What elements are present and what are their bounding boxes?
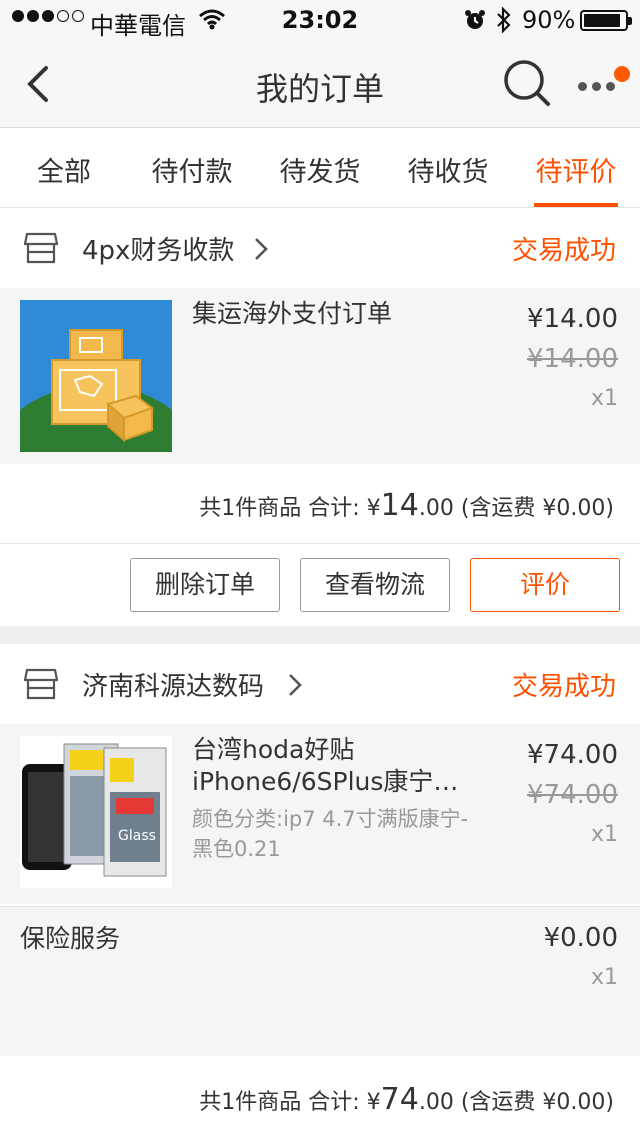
- order-summary: 共1件商品 合计: ¥14.00 (含运费 ¥0.00): [0, 464, 640, 544]
- service-item[interactable]: 保险服务 ¥0.00 x1: [0, 906, 640, 1056]
- summary-total-dec: .00: [418, 496, 454, 521]
- product-price: ¥14.00: [527, 304, 618, 334]
- order-tabs: 全部 待付款 待发货 待收货 待评价: [0, 128, 640, 208]
- shop-icon: [24, 232, 58, 264]
- product-sku: 颜色分类:ip7 4.7寸满版康宁-黑色0.21: [192, 807, 469, 861]
- order-summary: 共1件商品 合计: ¥74.00 (含运费 ¥0.00): [0, 1058, 640, 1136]
- review-button[interactable]: 评价: [470, 558, 620, 612]
- order-actions: 删除订单 查看物流 评价: [0, 544, 640, 626]
- view-logistics-button[interactable]: 查看物流: [300, 558, 450, 612]
- order-status: 交易成功: [511, 236, 616, 266]
- product-thumbnail: [20, 300, 172, 452]
- chevron-right-icon: [255, 238, 268, 260]
- order-shop-header[interactable]: 济南科源达数码 交易成功: [0, 644, 640, 724]
- alarm-icon: [465, 10, 485, 29]
- service-label: 保险服务: [20, 924, 121, 953]
- product-thumbnail: Glass: [20, 736, 172, 888]
- service-price: ¥0.00: [543, 923, 618, 953]
- tab-pending-shipment[interactable]: 待发货: [256, 128, 384, 207]
- product-quantity: x1: [590, 822, 618, 847]
- more-dots-icon[interactable]: [574, 64, 630, 104]
- summary-total-int: 14: [380, 488, 419, 523]
- summary-currency: ¥: [366, 496, 381, 521]
- service-quantity: x1: [590, 965, 618, 990]
- order-shop-header[interactable]: 4px财务收款 交易成功: [0, 208, 640, 288]
- product-quantity: x1: [590, 386, 618, 411]
- notification-badge: [614, 66, 630, 82]
- order-status: 交易成功: [511, 672, 616, 702]
- bluetooth-icon: [497, 7, 511, 33]
- status-bar: 中華電信 23:02 90%: [0, 0, 640, 40]
- battery-icon: [580, 10, 632, 31]
- summary-count: 共1件商品 合计:: [199, 1090, 360, 1115]
- chevron-right-icon: [289, 674, 302, 696]
- svg-text:Glass: Glass: [118, 828, 156, 844]
- shop-name: 4px财务收款: [82, 236, 235, 266]
- section-divider: [0, 626, 640, 644]
- tab-all[interactable]: 全部: [0, 128, 128, 207]
- tab-pending-receipt[interactable]: 待收货: [384, 128, 512, 207]
- summary-count: 共1件商品 合计:: [199, 496, 360, 521]
- product-title: 集运海外支付订单: [192, 299, 393, 328]
- shop-icon: [24, 668, 58, 700]
- original-price: ¥14.00: [527, 344, 618, 374]
- product-price: ¥74.00: [527, 740, 618, 770]
- tab-pending-payment[interactable]: 待付款: [128, 128, 256, 207]
- tab-pending-review[interactable]: 待评价: [512, 128, 640, 207]
- product-title: 台湾hoda好贴iPhone6/6SPlus康宁…: [192, 735, 459, 796]
- order-item[interactable]: 集运海外支付订单 ¥14.00 ¥14.00 x1: [0, 288, 640, 464]
- original-price: ¥74.00: [527, 780, 618, 810]
- delete-order-button[interactable]: 删除订单: [130, 558, 280, 612]
- nav-bar: 我的订单: [0, 40, 640, 128]
- summary-total-int: 74: [380, 1082, 419, 1117]
- search-icon[interactable]: [502, 58, 554, 110]
- summary-total-dec: .00: [418, 1090, 454, 1115]
- battery-percent: 90%: [522, 6, 576, 34]
- order-item[interactable]: Glass 台湾hoda好贴iPhone6/6SPlus康宁… 颜色分类:ip7…: [0, 724, 640, 904]
- summary-shipping: (含运费 ¥0.00): [460, 496, 614, 521]
- shop-name: 济南科源达数码: [82, 672, 265, 702]
- summary-shipping: (含运费 ¥0.00): [460, 1090, 614, 1115]
- summary-currency: ¥: [366, 1090, 381, 1115]
